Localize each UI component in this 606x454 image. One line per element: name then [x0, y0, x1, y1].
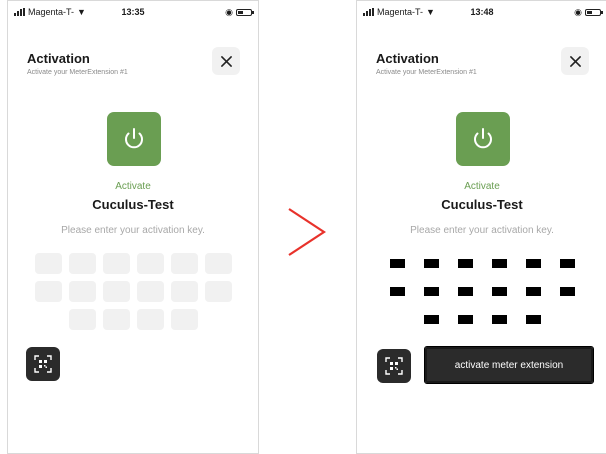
- carrier-name: Magenta-T-: [377, 7, 424, 17]
- key-box[interactable]: [170, 281, 198, 302]
- key-box[interactable]: [204, 281, 232, 302]
- key-box[interactable]: [170, 253, 198, 274]
- activate-label: Activate: [464, 181, 500, 192]
- key-box[interactable]: [68, 253, 96, 274]
- key-box[interactable]: [102, 253, 130, 274]
- qr-scan-button[interactable]: [377, 349, 411, 383]
- power-icon: [125, 128, 143, 149]
- power-tile: [456, 112, 510, 166]
- key-box-filled[interactable]: [417, 253, 445, 274]
- activation-prompt: Please enter your activation key.: [410, 225, 554, 236]
- activation-prompt: Please enter your activation key.: [61, 225, 205, 236]
- key-box[interactable]: [136, 253, 164, 274]
- battery-icon: [585, 8, 603, 16]
- carrier-name: Magenta-T-: [28, 7, 75, 17]
- qr-scan-icon: [34, 355, 52, 373]
- close-button[interactable]: [561, 47, 589, 75]
- page-subtitle: Activate your MeterExtension #1: [376, 69, 477, 76]
- qr-scan-icon: [385, 357, 403, 375]
- key-box[interactable]: [34, 281, 62, 302]
- key-box-filled[interactable]: [451, 281, 479, 302]
- key-box-filled[interactable]: [553, 253, 581, 274]
- page-title: Activation: [376, 51, 439, 66]
- wifi-icon: ▼: [77, 7, 86, 17]
- qr-scan-button[interactable]: [26, 347, 60, 381]
- key-box[interactable]: [136, 281, 164, 302]
- key-box[interactable]: [68, 281, 96, 302]
- activate-meter-extension-button[interactable]: activate meter extension: [424, 346, 594, 384]
- power-icon: [474, 128, 492, 149]
- phone-screen-after: Magenta-T- ▼ 13:48 ◉ Activation Activate…: [356, 0, 606, 454]
- status-bar: Magenta-T- ▼ 13:35 ◉: [8, 1, 258, 23]
- key-box[interactable]: [136, 309, 164, 330]
- key-box[interactable]: [204, 253, 232, 274]
- device-name: Cuculus-Test: [92, 197, 174, 212]
- wifi-icon: ▼: [426, 7, 435, 17]
- activation-key-grid: [8, 253, 258, 337]
- activation-key-grid: [357, 253, 606, 337]
- key-box-filled[interactable]: [485, 281, 513, 302]
- key-box[interactable]: [102, 309, 130, 330]
- key-box-filled[interactable]: [417, 281, 445, 302]
- device-name: Cuculus-Test: [441, 197, 523, 212]
- page-title: Activation: [27, 51, 90, 66]
- close-icon: [569, 55, 581, 67]
- signal-icon: [363, 8, 374, 16]
- key-box-filled[interactable]: [451, 309, 479, 330]
- key-box[interactable]: [68, 309, 96, 330]
- signal-icon: [14, 8, 25, 16]
- key-box-filled[interactable]: [553, 281, 581, 302]
- key-box-filled[interactable]: [451, 253, 479, 274]
- alarm-icon: ◉: [225, 6, 233, 17]
- key-box-filled[interactable]: [485, 309, 513, 330]
- page-subtitle: Activate your MeterExtension #1: [27, 69, 128, 76]
- close-button[interactable]: [212, 47, 240, 75]
- power-tile: [107, 112, 161, 166]
- chevron-right-icon: [288, 208, 327, 256]
- alarm-icon: ◉: [574, 6, 582, 17]
- key-box[interactable]: [34, 253, 62, 274]
- phone-screen-before: Magenta-T- ▼ 13:35 ◉ Activation Activate…: [7, 0, 259, 454]
- key-box-filled[interactable]: [519, 309, 547, 330]
- battery-icon: [236, 8, 254, 16]
- key-box[interactable]: [170, 309, 198, 330]
- key-box[interactable]: [102, 281, 130, 302]
- key-box-filled[interactable]: [485, 253, 513, 274]
- activate-label: Activate: [115, 181, 151, 192]
- close-icon: [220, 55, 232, 67]
- key-box-filled[interactable]: [519, 281, 547, 302]
- key-box-filled[interactable]: [383, 281, 411, 302]
- key-box-filled[interactable]: [417, 309, 445, 330]
- key-box-filled[interactable]: [383, 253, 411, 274]
- status-bar: Magenta-T- ▼ 13:48 ◉: [357, 1, 606, 23]
- key-box-filled[interactable]: [519, 253, 547, 274]
